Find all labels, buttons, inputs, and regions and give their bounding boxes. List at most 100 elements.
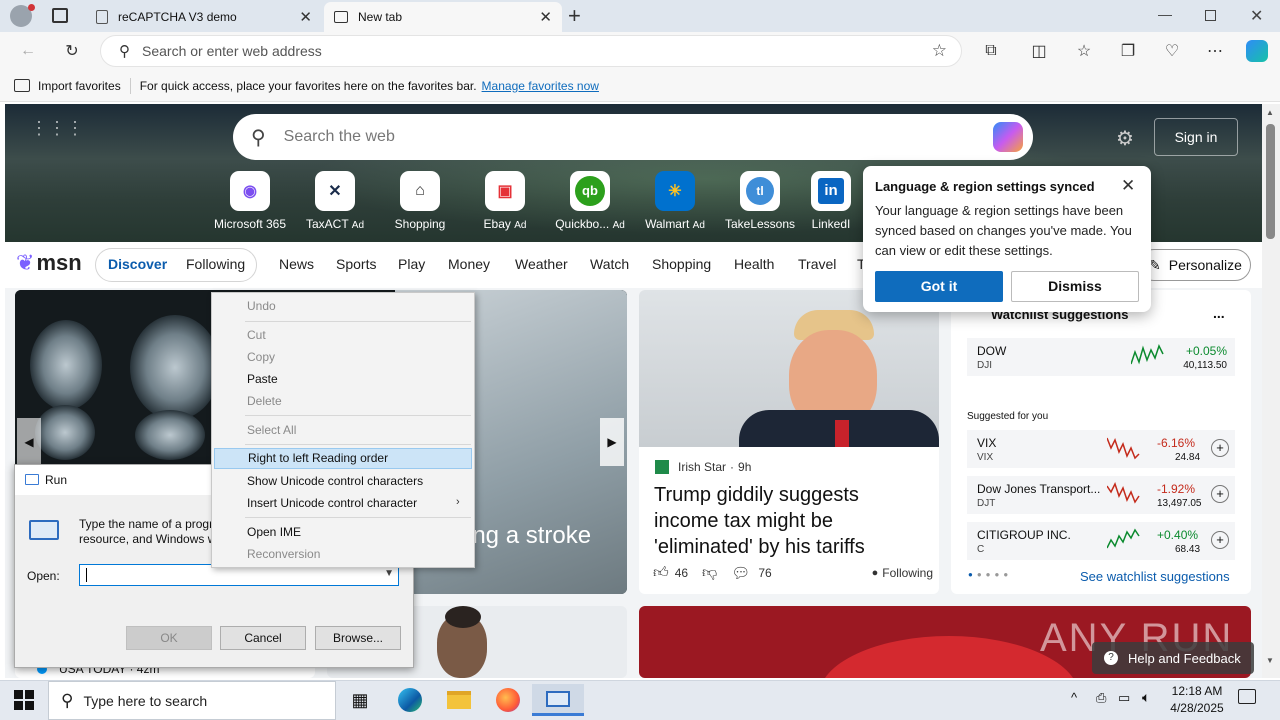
extensions-icon[interactable]: ⧉ <box>980 40 1002 62</box>
menu-item-delete[interactable]: Delete <box>214 391 472 412</box>
dismiss-button[interactable]: Dismiss <box>1011 271 1139 302</box>
stock-row-djt[interactable]: Dow Jones Transport... DJT -1.92% 13,497… <box>967 476 1235 514</box>
notifications-icon[interactable] <box>1238 689 1256 704</box>
favorites-icon[interactable]: ☆ <box>1073 40 1095 62</box>
comment-icon[interactable]: 💬︎ <box>731 564 750 582</box>
nav-news[interactable]: News <box>279 256 314 272</box>
sign-in-button[interactable]: Sign in <box>1154 118 1238 156</box>
minimize-button[interactable]: — <box>1158 6 1172 22</box>
collections-icon[interactable]: ❐ <box>1117 40 1139 62</box>
menu-item-reconversion[interactable]: Reconversion <box>214 544 472 565</box>
msn-logo[interactable]: ❦ msn <box>16 250 82 276</box>
quick-link-linkedin[interactable]: in LinkedI <box>801 171 861 231</box>
quick-link-walmart[interactable]: ✳ Walmart Ad <box>631 171 719 231</box>
task-view-icon[interactable]: ▦ <box>340 684 380 716</box>
add-to-watchlist-icon[interactable]: + <box>1211 485 1229 503</box>
pagination-dots[interactable]: ●●●●● <box>968 570 1012 579</box>
nav-weather[interactable]: Weather <box>515 256 568 272</box>
add-to-watchlist-icon[interactable]: + <box>1211 531 1229 549</box>
nav-travel[interactable]: Travel <box>798 256 836 272</box>
firefox-icon[interactable] <box>488 684 528 716</box>
scroll-up-icon[interactable]: ▲ <box>1266 108 1274 117</box>
quick-link-quickbooks[interactable]: qb Quickbo... Ad <box>546 171 634 231</box>
favorite-star-icon[interactable]: ☆ <box>932 41 947 61</box>
watchlist-more-icon[interactable]: ... <box>1213 305 1225 321</box>
like-icon[interactable]: 👍︎ <box>653 564 669 582</box>
browser-essentials-icon[interactable]: ♡ <box>1161 40 1183 62</box>
quick-link-taxact[interactable]: ✕ TaxACT Ad <box>291 171 379 231</box>
tab-new-tab[interactable]: New tab ✕ <box>324 2 562 32</box>
new-tab-button[interactable]: + <box>568 3 581 29</box>
menu-item-show-unicode[interactable]: Show Unicode control characters <box>214 471 472 492</box>
quick-link-ebay[interactable]: ▣ Ebay Ad <box>461 171 549 231</box>
news-card-trump[interactable]: Irish Star · 9h Trump giddily suggests i… <box>639 290 939 594</box>
menu-item-undo[interactable]: Undo <box>214 296 472 317</box>
volume-icon[interactable]: 🔈︎ <box>1142 689 1150 706</box>
following-label[interactable]: Following <box>882 566 933 580</box>
dislike-icon[interactable]: 👎︎ <box>702 564 717 582</box>
tab-recaptcha[interactable]: reCAPTCHA V3 demo ✕ <box>86 2 322 32</box>
menu-item-rtl-reading-order[interactable]: Right to left Reading order <box>214 448 472 469</box>
start-button[interactable] <box>14 690 34 710</box>
nav-sports[interactable]: Sports <box>336 256 376 272</box>
scroll-down-icon[interactable]: ▼ <box>1266 656 1274 665</box>
settings-more-icon[interactable]: ⋯ <box>1204 40 1226 62</box>
scroll-thumb[interactable] <box>1266 124 1275 239</box>
menu-item-insert-unicode[interactable]: Insert Unicode control character <box>214 493 472 514</box>
tray-overflow-icon[interactable]: ^ <box>1071 690 1077 705</box>
carousel-next-icon[interactable]: ▶ <box>600 418 624 466</box>
add-to-watchlist-icon[interactable]: + <box>1211 439 1229 457</box>
tray-device-icon[interactable]: ⎙ <box>1096 690 1106 706</box>
nav-play[interactable]: Play <box>398 256 425 272</box>
chevron-down-icon[interactable]: ▼ <box>384 568 394 579</box>
help-feedback-button[interactable]: ? Help and Feedback <box>1092 642 1254 674</box>
tab-following[interactable]: Following <box>186 256 245 272</box>
stock-row-vix[interactable]: VIX VIX -6.16% 24.84 + <box>967 430 1235 468</box>
ok-button[interactable]: OK <box>126 626 212 650</box>
file-explorer-icon[interactable] <box>439 684 479 716</box>
quick-link-microsoft365[interactable]: ◉ Microsoft 365 <box>206 171 294 231</box>
menu-item-copy[interactable]: Copy <box>214 347 472 368</box>
back-icon[interactable]: ← <box>17 40 39 62</box>
copilot-icon[interactable] <box>1246 40 1268 62</box>
see-watchlist-link[interactable]: See watchlist suggestions <box>1080 569 1230 584</box>
close-window-button[interactable]: ✕ <box>1250 6 1263 26</box>
web-search-box[interactable]: ⚲ Search the web <box>233 114 1033 160</box>
apps-grid-icon[interactable]: ⋮⋮⋮ <box>30 118 84 139</box>
personalize-button[interactable]: ✎ Personalize <box>1138 249 1251 281</box>
restore-button[interactable] <box>1205 10 1216 21</box>
menu-item-select-all[interactable]: Select All <box>214 420 472 441</box>
network-icon[interactable]: ▭ <box>1118 690 1130 706</box>
menu-item-cut[interactable]: Cut <box>214 325 472 346</box>
menu-item-open-ime[interactable]: Open IME <box>214 522 472 543</box>
import-favorites-icon[interactable] <box>14 79 30 92</box>
run-taskbar-icon[interactable] <box>532 684 584 716</box>
import-favorites-button[interactable]: Import favorites <box>38 79 121 93</box>
refresh-icon[interactable]: ↻ <box>61 40 83 62</box>
browse-button[interactable]: Browse... <box>315 626 401 650</box>
edge-taskbar-icon[interactable] <box>390 684 430 716</box>
address-bar[interactable]: ⚲ Search or enter web address ☆ <box>100 35 962 67</box>
quick-link-shopping[interactable]: ⌂ Shopping <box>376 171 464 231</box>
split-screen-icon[interactable]: ◫ <box>1028 40 1050 62</box>
nav-money[interactable]: Money <box>448 256 490 272</box>
clock[interactable]: 12:18 AM 4/28/2025 <box>1168 683 1226 717</box>
nav-shopping[interactable]: Shopping <box>652 256 711 272</box>
close-tab-icon[interactable]: ✕ <box>539 8 552 26</box>
close-tab-icon[interactable]: ✕ <box>299 8 312 26</box>
nav-watch[interactable]: Watch <box>590 256 629 272</box>
manage-favorites-link[interactable]: Manage favorites now <box>482 79 599 93</box>
carousel-prev-icon[interactable]: ◀ <box>17 418 41 466</box>
taskbar-search-box[interactable]: ⚲ Type here to search <box>48 681 336 720</box>
tab-actions-icon[interactable] <box>52 8 68 23</box>
tab-discover[interactable]: Discover <box>108 256 167 272</box>
page-settings-icon[interactable]: ⚙ <box>1116 126 1134 151</box>
copilot-search-icon[interactable] <box>993 122 1023 152</box>
quick-link-takelessons[interactable]: tl TakeLessons <box>716 171 804 231</box>
menu-item-paste[interactable]: Paste <box>214 369 472 390</box>
nav-health[interactable]: Health <box>734 256 774 272</box>
stock-row-citigroup[interactable]: CITIGROUP INC. C +0.40% 68.43 + <box>967 522 1235 560</box>
page-scrollbar[interactable]: ▲ ▼ <box>1262 104 1280 678</box>
toast-close-icon[interactable]: ✕ <box>1121 176 1135 196</box>
stock-row-dow[interactable]: DOW DJI +0.05% 40,113.50 <box>967 338 1235 376</box>
